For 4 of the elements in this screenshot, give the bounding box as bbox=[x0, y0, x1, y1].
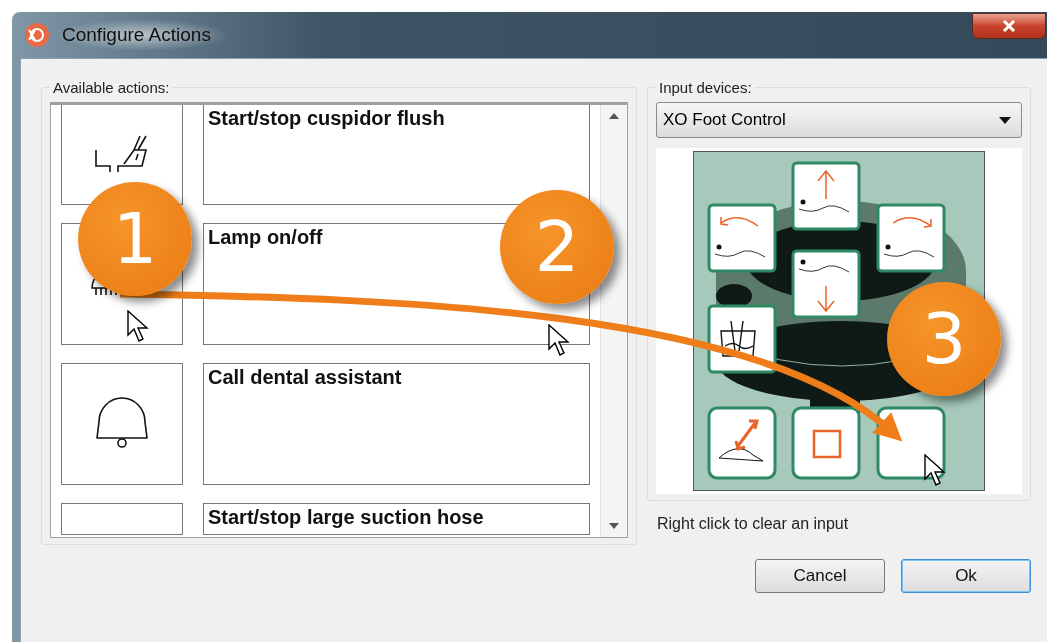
hint-text: Right click to clear an input bbox=[656, 514, 850, 533]
group-legend: Available actions: bbox=[50, 79, 173, 96]
group-legend: Input devices: bbox=[656, 79, 755, 96]
window-title: Configure Actions bbox=[60, 20, 225, 50]
